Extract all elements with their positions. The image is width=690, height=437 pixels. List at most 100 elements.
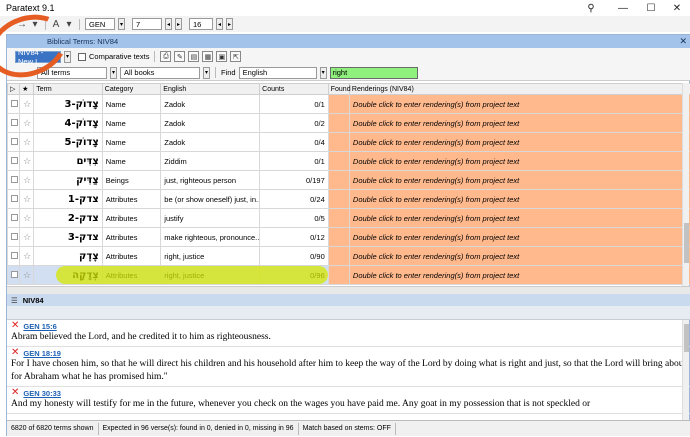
row-checkbox-icon[interactable] bbox=[11, 194, 18, 202]
terms-filter-select[interactable]: All terms bbox=[37, 66, 107, 79]
row-checkbox-icon[interactable] bbox=[11, 175, 18, 183]
rendering-cell[interactable]: Double click to enter rendering(s) from … bbox=[348, 189, 690, 209]
table-row[interactable]: ☆ צֶדֶק Attributes right, justice 0/90 Double… bbox=[7, 246, 690, 266]
chapter-next-icon[interactable]: ▸ bbox=[175, 18, 182, 30]
row-checkbox[interactable] bbox=[7, 227, 21, 247]
missing-x-icon[interactable]: ✕ bbox=[11, 388, 19, 398]
close-button[interactable]: ✕ bbox=[662, 0, 690, 16]
rendering-cell[interactable]: Double click to enter rendering(s) from … bbox=[348, 151, 690, 171]
menu-button[interactable]: A bbox=[51, 19, 61, 30]
column-header-renderings[interactable]: Renderings (NIV84) bbox=[348, 83, 690, 95]
edit-icon[interactable]: ✎ bbox=[174, 51, 186, 62]
row-star[interactable]: ☆ bbox=[19, 265, 35, 285]
pane-toggle-icon[interactable]: ☰ bbox=[11, 296, 18, 305]
row-checkbox[interactable] bbox=[7, 151, 21, 171]
search-input[interactable]: right bbox=[329, 66, 418, 79]
chapter-prev-icon[interactable]: ◂ bbox=[165, 18, 172, 30]
row-checkbox-icon[interactable] bbox=[11, 137, 18, 145]
row-star[interactable]: ☆ bbox=[19, 189, 35, 209]
document-icon[interactable]: ▤ bbox=[188, 51, 200, 62]
book-dropdown-icon[interactable]: ▾ bbox=[118, 18, 125, 30]
missing-x-icon[interactable]: ✕ bbox=[11, 321, 19, 331]
table-row[interactable]: ☆ צָדוֹק-3 Name Zadok 0/1 Double click to ent… bbox=[7, 94, 690, 114]
language-dropdown-icon[interactable]: ▾ bbox=[319, 66, 327, 79]
table-row[interactable]: ☆ צִדִּים Name Ziddim 0/1 Double click to ent… bbox=[7, 151, 690, 171]
table-row[interactable]: ☆ צְדָקָה Attributes right, justice 0/96 Doub… bbox=[7, 265, 690, 285]
rendering-cell[interactable]: Double click to enter rendering(s) from … bbox=[348, 265, 690, 285]
rendering-cell[interactable]: Double click to enter rendering(s) from … bbox=[348, 170, 690, 190]
rendering-cell[interactable]: Double click to enter rendering(s) from … bbox=[348, 113, 690, 133]
row-checkbox-icon[interactable] bbox=[11, 213, 18, 221]
column-header-english[interactable]: English bbox=[160, 83, 261, 95]
terms-filter-dropdown-icon[interactable]: ▾ bbox=[110, 66, 117, 79]
verse-prev-icon[interactable]: ◂ bbox=[216, 18, 223, 30]
table-row[interactable]: ☆ צדק-1 Attributes be (or show oneself) jus… bbox=[7, 189, 690, 209]
star-icon[interactable]: ☆ bbox=[23, 251, 31, 261]
column-header-counts[interactable]: Counts bbox=[259, 83, 329, 95]
verse-next-icon[interactable]: ▸ bbox=[226, 18, 233, 30]
star-icon[interactable]: ☆ bbox=[23, 270, 31, 280]
minimize-button[interactable]: — bbox=[608, 0, 638, 16]
menu-dropdown-icon[interactable]: ▾ bbox=[64, 19, 74, 30]
rendering-cell[interactable]: Double click to enter rendering(s) from … bbox=[348, 246, 690, 266]
star-icon[interactable]: ☆ bbox=[23, 232, 31, 242]
verses-scroll-thumb[interactable] bbox=[684, 324, 689, 352]
row-checkbox[interactable] bbox=[7, 265, 21, 285]
table-row[interactable]: ☆ צַדִּיק Beings just, righteous person 0/19… bbox=[7, 170, 690, 190]
prev-term-icon[interactable]: ← bbox=[11, 67, 21, 78]
forward-arrow-icon[interactable]: → bbox=[17, 19, 27, 30]
language-select[interactable]: English bbox=[238, 66, 317, 79]
star-icon[interactable]: ☆ bbox=[23, 175, 31, 185]
row-checkbox-icon[interactable] bbox=[11, 99, 18, 107]
notes-icon[interactable]: ▦ bbox=[202, 51, 214, 62]
rendering-cell[interactable]: Double click to enter rendering(s) from … bbox=[348, 94, 690, 114]
column-header-star[interactable]: ★ bbox=[19, 83, 35, 95]
verse-ref-link[interactable]: GEN 18:19 bbox=[23, 349, 61, 358]
row-star[interactable]: ☆ bbox=[19, 151, 35, 171]
verses-scrollbar[interactable] bbox=[682, 320, 689, 420]
star-icon[interactable]: ☆ bbox=[23, 118, 31, 128]
row-checkbox-icon[interactable] bbox=[11, 270, 18, 278]
row-checkbox-icon[interactable] bbox=[11, 156, 18, 164]
next-term-icon[interactable]: → bbox=[24, 67, 34, 78]
missing-x-icon[interactable]: ✕ bbox=[11, 348, 19, 358]
column-header-term[interactable]: Term bbox=[33, 83, 103, 95]
verse-ref-link[interactable]: GEN 30:33 bbox=[23, 389, 61, 398]
pane-splitter[interactable] bbox=[7, 286, 690, 294]
row-checkbox[interactable] bbox=[7, 208, 21, 228]
row-star[interactable]: ☆ bbox=[19, 132, 35, 152]
star-icon[interactable]: ☆ bbox=[23, 99, 31, 109]
row-checkbox[interactable] bbox=[7, 246, 21, 266]
pin-icon[interactable]: ⚲ bbox=[576, 0, 606, 16]
export-icon[interactable]: ⇱ bbox=[230, 51, 242, 62]
rendering-cell[interactable]: Double click to enter rendering(s) from … bbox=[348, 132, 690, 152]
table-row[interactable]: ☆ צָדוֹק-5 Name Zadok 0/4 Double click to ent… bbox=[7, 132, 690, 152]
row-star[interactable]: ☆ bbox=[19, 208, 35, 228]
column-header-category[interactable]: Category bbox=[101, 83, 162, 95]
comparative-texts-checkbox[interactable] bbox=[78, 52, 86, 61]
table-row[interactable]: ☆ צָדוֹק-4 Name Zadok 0/2 Double click to ent… bbox=[7, 113, 690, 133]
history-dropdown-icon[interactable]: ▾ bbox=[30, 19, 40, 30]
books-filter-dropdown-icon[interactable]: ▾ bbox=[203, 66, 210, 79]
star-icon[interactable]: ☆ bbox=[23, 194, 31, 204]
table-row[interactable]: ☆ צדק-2 Attributes justify 0/5 Double click t… bbox=[7, 208, 690, 228]
row-checkbox[interactable] bbox=[7, 113, 21, 133]
row-checkbox[interactable] bbox=[7, 132, 21, 152]
books-filter-select[interactable]: All books bbox=[120, 66, 200, 79]
row-star[interactable]: ☆ bbox=[19, 113, 35, 133]
star-icon[interactable]: ☆ bbox=[23, 156, 31, 166]
star-icon[interactable]: ☆ bbox=[23, 213, 31, 223]
close-panel-icon[interactable]: ✕ bbox=[679, 36, 687, 47]
terms-scroll-thumb[interactable] bbox=[684, 223, 689, 263]
project-dropdown-icon[interactable]: ▾ bbox=[64, 50, 71, 63]
column-header-found[interactable]: Found bbox=[327, 83, 351, 95]
row-checkbox[interactable] bbox=[7, 189, 21, 209]
book-select[interactable]: GEN bbox=[85, 18, 115, 30]
star-icon[interactable]: ☆ bbox=[23, 137, 31, 147]
row-checkbox-icon[interactable] bbox=[11, 118, 18, 126]
column-header-check[interactable]: ▷ bbox=[7, 83, 21, 95]
print-icon[interactable]: ⎙ bbox=[160, 51, 172, 62]
chapter-input[interactable]: 7 bbox=[132, 18, 162, 30]
row-checkbox-icon[interactable] bbox=[11, 251, 18, 259]
verse-input[interactable]: 16 bbox=[189, 18, 213, 30]
